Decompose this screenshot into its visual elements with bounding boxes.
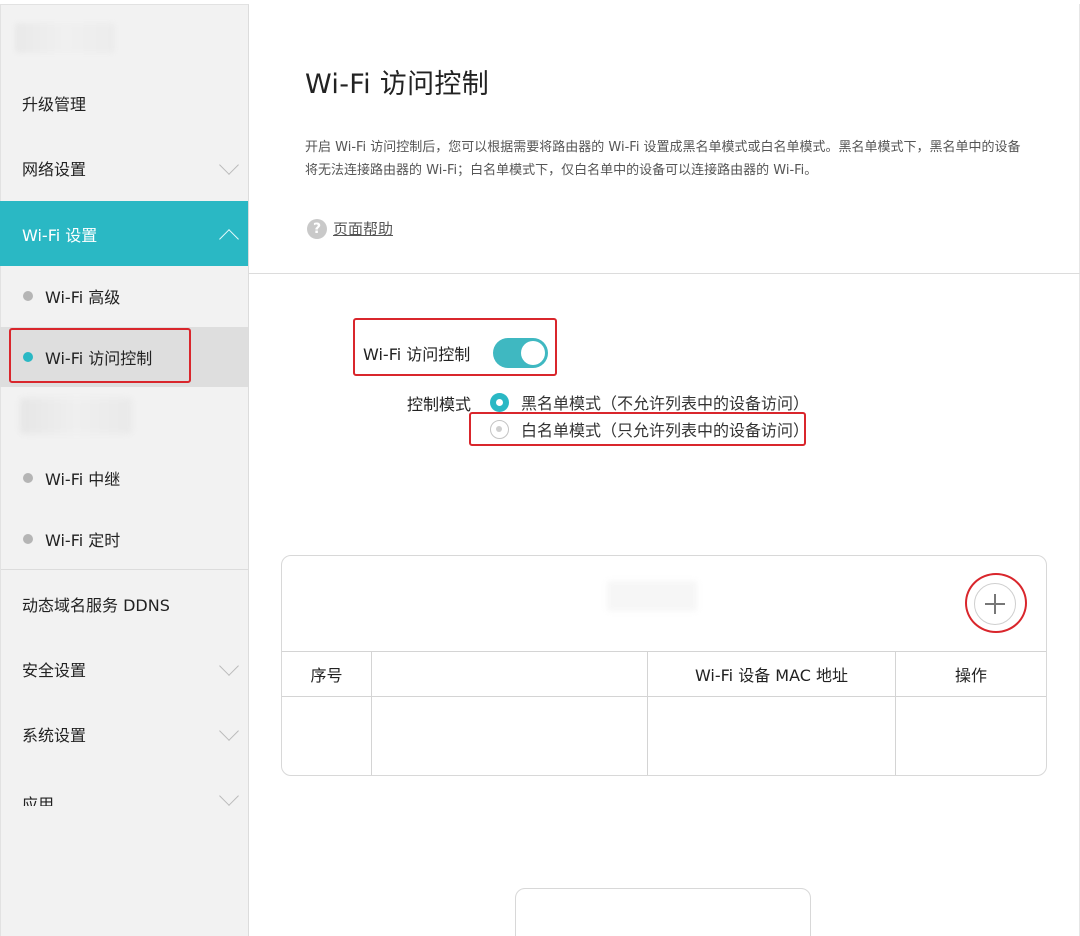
bullet-dot-icon — [23, 473, 33, 483]
sidebar-item-label: Wi-Fi 设置 — [22, 225, 98, 245]
sidebar-subitem-wifi-advanced[interactable]: Wi-Fi 高级 — [0, 266, 248, 326]
sidebar-item-upgrade[interactable]: 升级管理 — [0, 70, 248, 135]
table-header-index: 序号 — [310, 666, 343, 685]
chevron-down-icon — [219, 154, 239, 175]
page-description: 开启 Wi-Fi 访问控制后，您可以根据需要将路由器的 Wi-Fi 设置成黑名单… — [305, 140, 1021, 178]
highlight-box — [469, 412, 806, 446]
sidebar-subitem-label: Wi-Fi 定时 — [45, 531, 121, 550]
sidebar-item-label: 应用 — [22, 794, 55, 806]
sidebar-item-apps[interactable]: 应用 — [0, 766, 248, 831]
table-header-device-name — [372, 652, 647, 696]
chevron-down-icon — [219, 785, 239, 806]
page-help-link[interactable]: ? 页面帮助 — [307, 218, 393, 239]
bullet-dot-icon — [23, 534, 33, 544]
table-header-mac: Wi-Fi 设备 MAC 地址 — [694, 666, 849, 685]
question-icon: ? — [307, 218, 327, 239]
blurred-logo — [15, 23, 115, 53]
sidebar-item-system[interactable]: 系统设置 — [0, 701, 248, 766]
highlight-circle — [965, 573, 1027, 633]
sidebar-item-ddns[interactable]: 动态域名服务 DDNS — [0, 571, 248, 636]
sidebar-item-network[interactable]: 网络设置 — [0, 135, 248, 200]
chevron-down-icon — [219, 720, 239, 741]
blurred-area — [607, 581, 697, 611]
radio-label: 黑名单模式（不允许列表中的设备访问） — [521, 394, 810, 413]
sidebar-subitem-wifi-repeater[interactable]: Wi-Fi 中继 — [0, 448, 248, 508]
sidebar-subitem-label: Wi-Fi 中继 — [45, 470, 121, 489]
sidebar-item-label: 网络设置 — [22, 159, 87, 179]
sidebar-item-label: 系统设置 — [22, 725, 87, 745]
chevron-down-icon — [219, 655, 239, 676]
sidebar-item-wifi-settings[interactable]: Wi-Fi 设置 — [0, 201, 248, 266]
page-title: Wi-Fi 访问控制 — [305, 69, 489, 100]
radio-selected-icon — [490, 392, 509, 412]
blurred-subitem — [20, 398, 132, 434]
chevron-up-icon — [219, 228, 239, 249]
highlight-box — [353, 318, 557, 376]
sidebar-item-label: 动态域名服务 DDNS — [22, 595, 170, 615]
sidebar-divider — [1, 569, 248, 570]
sidebar-item-label: 升级管理 — [22, 94, 87, 114]
bullet-dot-icon — [23, 291, 33, 301]
highlight-box — [9, 328, 191, 383]
table-header-bottom-line — [282, 696, 1046, 697]
sidebar-subitem-wifi-schedule[interactable]: Wi-Fi 定时 — [0, 509, 248, 569]
header-divider — [249, 273, 1080, 274]
sidebar-subitem-label: Wi-Fi 高级 — [45, 288, 121, 307]
bottom-panel — [515, 888, 811, 936]
sidebar-item-security[interactable]: 安全设置 — [0, 636, 248, 701]
control-mode-label: 控制模式 — [407, 395, 472, 414]
table-header-action: 操作 — [954, 666, 987, 685]
help-label: 页面帮助 — [333, 220, 394, 238]
radio-blacklist-mode[interactable]: 黑名单模式（不允许列表中的设备访问） — [490, 390, 809, 414]
sidebar-item-label: 安全设置 — [22, 660, 87, 680]
